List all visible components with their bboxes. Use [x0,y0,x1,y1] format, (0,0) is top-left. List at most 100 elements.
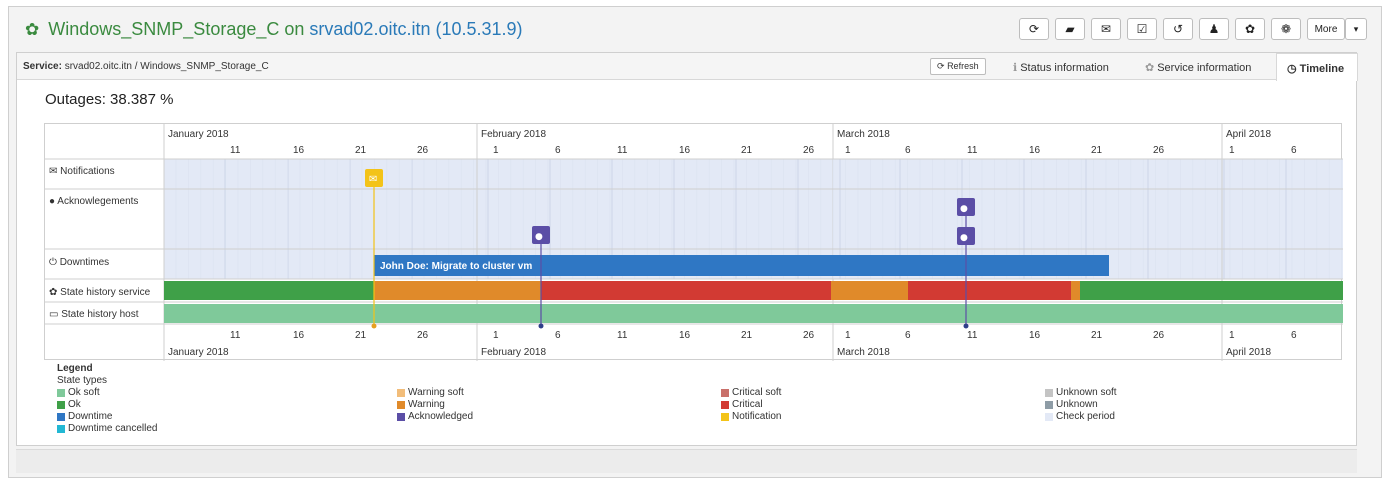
legend-item: Notification [721,411,781,422]
legend-item: Acknowledged [397,411,473,422]
check-square-icon[interactable]: ☑ [1127,18,1157,40]
legend-swatch [57,400,65,409]
envelope-icon[interactable]: ✉ [1091,18,1121,40]
tab-label: Timeline [1299,63,1345,75]
legend-item: Unknown [1045,399,1098,410]
refresh-icon: ⟳ [937,61,945,71]
comment-icon: ● [535,232,543,242]
host-link[interactable]: srvad02.oitc.itn (10.5.31.9) [309,19,522,39]
footer-bar [16,449,1357,473]
day-tick-label: 21 [741,145,753,156]
envelope-icon: ✉ [369,174,377,185]
day-tick-label: 1 [845,145,851,156]
month-label: April 2018 [1226,347,1271,358]
day-tick-label: 11 [230,145,241,156]
state-host-ok-soft-bar [164,304,1343,323]
day-tick-label: 11 [230,330,241,341]
page-title: ✿ Windows_SNMP_Storage_C on srvad02.oitc… [25,19,523,40]
legend-label: Notification [732,411,782,422]
refresh-button[interactable]: ⟳ Refresh [930,58,986,75]
month-label: March 2018 [837,129,890,140]
legend-label: Critical soft [732,387,782,398]
legend-swatch [721,412,729,421]
state-critical-bar [908,281,1071,300]
day-tick-label: 21 [355,145,367,156]
day-tick-label: 1 [1229,330,1235,341]
refresh-icon[interactable]: ⟳ [1019,18,1049,40]
day-tick-label: 16 [679,145,691,156]
legend-item: Warning soft [397,387,464,398]
legend-label: Downtime [68,411,113,422]
book-icon[interactable]: ▰ [1055,18,1085,40]
tab-timeline[interactable]: ◷ Timeline [1276,53,1358,81]
day-tick-label: 26 [417,330,429,341]
month-label: January 2018 [168,347,229,358]
user-icon[interactable]: ♟ [1199,18,1229,40]
legend-label: Ok soft [68,387,100,398]
day-tick-label: 26 [417,145,429,156]
day-tick-label: 26 [1153,145,1165,156]
outages-text: Outages: 38.387 % [45,91,174,108]
gears-icon[interactable]: ❁ [1271,18,1301,40]
day-tick-label: 21 [1091,145,1103,156]
info-icon: ℹ [1013,62,1018,74]
day-tick-label: 1 [493,145,499,156]
legend-swatch [397,400,405,409]
day-tick-label: 16 [293,330,305,341]
day-tick-label: 26 [1153,330,1165,341]
legend-label: Check period [1056,411,1115,422]
legend-label: Ok [68,399,81,410]
day-tick-label: 6 [555,330,561,341]
service-breadcrumb: Service: srvad02.oitc.itn / Windows_SNMP… [23,61,269,72]
legend-label: Unknown soft [1056,387,1117,398]
legend-item: Warning [397,399,445,410]
legend-label: Acknowledged [408,411,474,422]
day-tick-label: 16 [1029,330,1041,341]
more-button[interactable]: More [1307,18,1345,40]
day-tick-label: 1 [845,330,851,341]
legend-label: Warning [408,399,445,410]
row-acknowledgements: ● Acknowlegements [49,196,138,207]
month-label: January 2018 [168,129,229,140]
service-label: Service: [23,61,62,72]
history-icon[interactable]: ↺ [1163,18,1193,40]
legend-swatch [1045,388,1053,397]
day-tick-label: 11 [617,145,628,156]
state-warning-bar [831,281,908,300]
tab-status-information[interactable]: ℹ Status information [1013,61,1109,74]
legend-swatch [57,412,65,421]
legend-label: Critical [732,399,763,410]
legend-label: Warning soft [408,387,464,398]
month-label: February 2018 [481,347,546,358]
gear-icon: ✿ [25,20,40,39]
day-tick-label: 1 [493,330,499,341]
title-prefix: Windows_SNMP_Storage_C on [48,19,305,39]
toolbar: ⟳ ▰ ✉ ☑ ↺ ♟ ✿ ❁ More ▾ [1019,18,1367,40]
legend-swatch [397,388,405,397]
month-label: February 2018 [481,129,546,140]
tab-label: Status information [1020,62,1109,74]
legend-swatch [1045,412,1053,421]
tab-service-information[interactable]: ✿ Service information [1145,61,1251,74]
timeline-svg: January 2018 February 2018 March 2018 April… [45,124,1343,361]
legend-swatch [57,424,65,433]
gear-icon: ✿ [1145,62,1155,74]
day-tick-label: 21 [355,330,367,341]
chevron-down-icon[interactable]: ▾ [1345,18,1367,40]
state-ok-bar [164,281,374,300]
day-tick-label: 11 [967,330,978,341]
day-tick-label: 6 [905,330,911,341]
day-tick-label: 6 [1291,330,1297,341]
row-notifications: ✉ Notifications [49,166,115,177]
panel-header: Service: srvad02.oitc.itn / Windows_SNMP… [17,53,1358,81]
downtime-text: John Doe: Migrate to cluster vm [380,261,532,272]
row-state-history-host: ▭ State history host [49,309,139,320]
service-panel: Service: srvad02.oitc.itn / Windows_SNMP… [16,52,1358,446]
state-warning-bar [374,281,541,300]
month-label: March 2018 [837,347,890,358]
gear-icon[interactable]: ✿ [1235,18,1265,40]
desktop-icon: ▭ [49,309,61,320]
day-tick-label: 16 [679,330,691,341]
legend-swatch [1045,400,1053,409]
day-tick-label: 1 [1229,145,1235,156]
